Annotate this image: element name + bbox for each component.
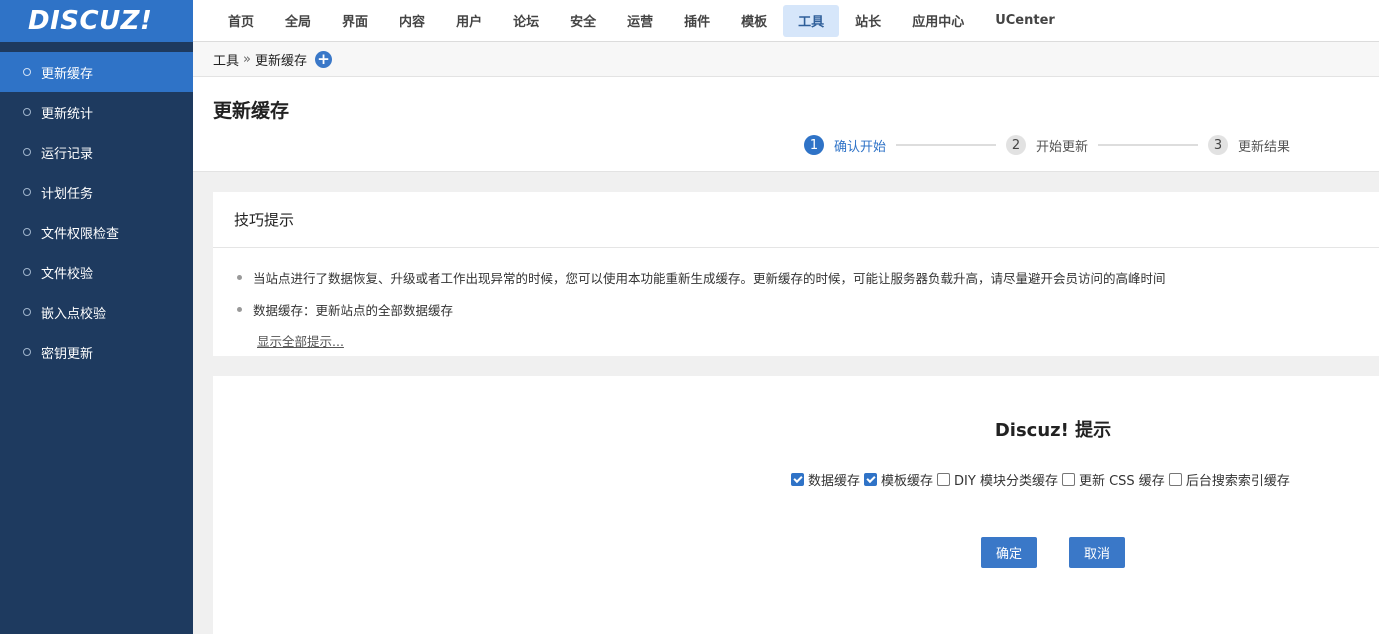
circle-icon [23, 308, 31, 316]
tip-text: 数据缓存：更新站点的全部数据缓存 [253, 302, 454, 318]
show-all-tips-link[interactable]: 显示全部提示... [257, 331, 344, 350]
confirm-button[interactable]: 确定 [981, 537, 1037, 568]
cache-options: 数据缓存 模板缓存 DIY 模块分类缓存 更新 CSS 缓存 后台搜索索引缓存 [791, 470, 1294, 489]
sidebar-item-label: 嵌入点校验 [41, 306, 107, 322]
logo[interactable]: DISCUZ! [0, 0, 193, 42]
logo-text: DISCUZ! [28, 6, 153, 36]
sidebar-item-label: 文件权限检查 [41, 226, 120, 242]
page-title: 更新缓存 [213, 100, 290, 122]
sidebar: DISCUZ! 更新缓存 更新统计 运行记录 计划任务 文件权限检查 文件校验 … [0, 0, 193, 634]
circle-icon [23, 148, 31, 156]
sidebar-item-run-log[interactable]: 运行记录 [0, 132, 193, 172]
sidebar-item-label: 更新统计 [41, 106, 94, 122]
bullet-icon [237, 306, 242, 312]
breadcrumb: 工具 » 更新缓存 + [193, 42, 1379, 77]
step-confirm: 1 确认开始 [804, 135, 886, 155]
sidebar-item-scheduled-tasks[interactable]: 计划任务 [0, 172, 193, 212]
cancel-button[interactable]: 取消 [1069, 537, 1125, 568]
nav-forum[interactable]: 论坛 [498, 5, 554, 37]
nav-content[interactable]: 内容 [384, 5, 440, 37]
sidebar-item-update-cache[interactable]: 更新缓存 [0, 52, 193, 92]
tips-title: 技巧提示 [213, 192, 1379, 248]
tip-text: 当站点进行了数据恢复、升级或者工作出现异常的时候，您可以使用本功能重新生成缓存。… [253, 270, 1166, 286]
circle-icon [23, 228, 31, 236]
sidebar-item-hook-check[interactable]: 嵌入点校验 [0, 292, 193, 332]
sidebar-item-file-permissions[interactable]: 文件权限检查 [0, 212, 193, 252]
option-label: 更新 CSS 缓存 [1078, 474, 1165, 489]
add-shortcut-icon[interactable]: + [315, 50, 332, 68]
nav-app-center[interactable]: 应用中心 [897, 5, 979, 37]
nav-users[interactable]: 用户 [441, 5, 497, 37]
steps: 1 确认开始 2 开始更新 3 更新结果 [804, 135, 1290, 155]
breadcrumb-root[interactable]: 工具 [213, 50, 239, 69]
step-number: 2 [1006, 135, 1027, 155]
sidebar-item-label: 密钥更新 [41, 346, 94, 362]
sidebar-item-label: 更新缓存 [41, 66, 94, 82]
checkbox[interactable] [1061, 473, 1075, 486]
checkbox[interactable] [864, 473, 878, 486]
update-cache-panel: Discuz! 提示 数据缓存 模板缓存 DIY 模块分类缓存 更新 CSS 缓… [213, 376, 1379, 634]
top-nav: 首页 全局 界面 内容 用户 论坛 安全 运营 插件 模板 工具 站长 应用中心… [193, 0, 1379, 42]
step-label: 开始更新 [1036, 139, 1089, 155]
step-number: 3 [1208, 135, 1229, 155]
sidebar-item-key-update[interactable]: 密钥更新 [0, 332, 193, 372]
tip-item: 数据缓存：更新站点的全部数据缓存 [237, 293, 1379, 325]
circle-icon [23, 108, 31, 116]
circle-icon [23, 348, 31, 356]
nav-templates[interactable]: 模板 [726, 5, 782, 37]
nav-global[interactable]: 全局 [270, 5, 326, 37]
tip-item: 当站点进行了数据恢复、升级或者工作出现异常的时候，您可以使用本功能重新生成缓存。… [237, 261, 1379, 293]
option-label: 后台搜索索引缓存 [1185, 474, 1290, 489]
step-start-update: 2 开始更新 [1006, 135, 1088, 155]
nav-webmaster[interactable]: 站长 [840, 5, 896, 37]
circle-icon [23, 268, 31, 276]
tips-panel: 技巧提示 当站点进行了数据恢复、升级或者工作出现异常的时候，您可以使用本功能重新… [213, 192, 1379, 356]
tips-list: 当站点进行了数据恢复、升级或者工作出现异常的时候，您可以使用本功能重新生成缓存。… [213, 248, 1379, 350]
checkbox[interactable] [937, 473, 951, 486]
nav-interface[interactable]: 界面 [327, 5, 383, 37]
step-number: 1 [804, 135, 824, 155]
step-connector [896, 144, 997, 146]
nav-security[interactable]: 安全 [555, 5, 611, 37]
nav-plugins[interactable]: 插件 [669, 5, 725, 37]
sidebar-item-label: 文件校验 [41, 266, 94, 282]
step-connector [1098, 144, 1199, 146]
sidebar-item-update-stats[interactable]: 更新统计 [0, 92, 193, 132]
bullet-icon [237, 274, 242, 280]
sidebar-item-file-check[interactable]: 文件校验 [0, 252, 193, 292]
checkbox[interactable] [1168, 473, 1182, 486]
nav-ucenter[interactable]: UCenter [980, 5, 1070, 37]
step-label: 更新结果 [1238, 139, 1291, 155]
step-result: 3 更新结果 [1208, 135, 1290, 155]
breadcrumb-current: 更新缓存 [254, 53, 307, 69]
breadcrumb-separator: » [243, 51, 251, 67]
nav-home[interactable]: 首页 [213, 5, 269, 37]
circle-icon [23, 188, 31, 196]
sidebar-item-label: 计划任务 [41, 186, 94, 202]
option-label: 模板缓存 [881, 474, 934, 489]
checkbox[interactable] [791, 473, 804, 486]
sidebar-item-label: 运行记录 [41, 146, 94, 162]
option-search-index-cache[interactable]: 后台搜索索引缓存 [1168, 470, 1290, 489]
option-label: DIY 模块分类缓存 [954, 474, 1058, 489]
option-css-cache[interactable]: 更新 CSS 缓存 [1061, 470, 1165, 489]
nav-tools[interactable]: 工具 [783, 4, 840, 37]
option-template-cache[interactable]: 模板缓存 [864, 470, 933, 489]
option-label: 数据缓存 [808, 474, 861, 489]
option-diy-cache[interactable]: DIY 模块分类缓存 [937, 470, 1058, 489]
option-data-cache[interactable]: 数据缓存 [791, 470, 860, 489]
nav-operations[interactable]: 运营 [612, 5, 668, 37]
panel-title: Discuz! 提示 [994, 420, 1112, 441]
circle-icon [23, 68, 31, 76]
sidebar-menu: 更新缓存 更新统计 运行记录 计划任务 文件权限检查 文件校验 嵌入点校验 密钥… [0, 52, 193, 372]
step-label: 确认开始 [834, 139, 887, 155]
page-header: 更新缓存 1 确认开始 2 开始更新 3 更新结果 [193, 77, 1379, 172]
